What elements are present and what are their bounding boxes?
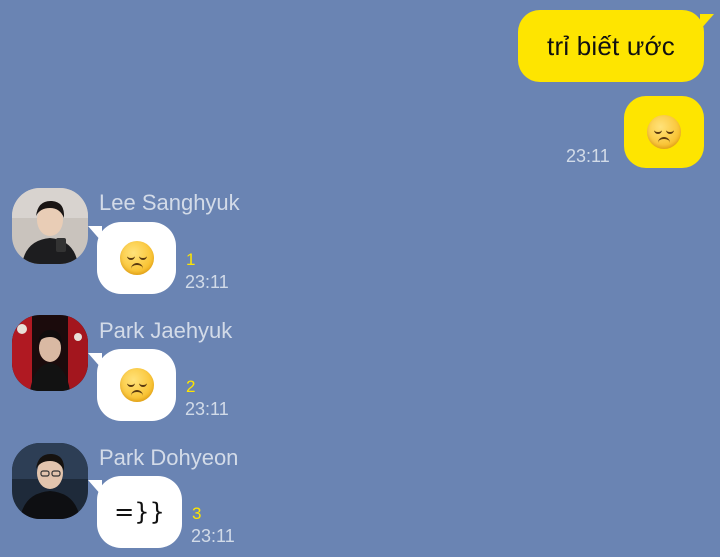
outgoing-emoji-bubble[interactable] (624, 96, 704, 168)
unread-count: 2 (186, 377, 196, 396)
sad-face-emoji-icon (119, 368, 154, 402)
unread-count: 1 (186, 250, 196, 269)
sender-name: Lee Sanghyuk (99, 190, 240, 215)
message-text: =}} (114, 498, 165, 526)
sad-face-emoji-icon (647, 115, 681, 149)
message-timestamp: 23:11 (185, 399, 229, 419)
message-timestamp: 23:11 (191, 526, 235, 546)
incoming-emoji-bubble[interactable] (88, 349, 176, 421)
unread-count: 3 (192, 504, 202, 523)
avatar[interactable] (12, 443, 88, 519)
outgoing-message-bubble[interactable]: trỉ biết ước (518, 10, 714, 82)
message-text: trỉ biết ước (547, 30, 675, 61)
message-timestamp: 23:11 (185, 272, 229, 292)
message-timestamp: 23:11 (566, 146, 610, 166)
avatar[interactable] (12, 315, 88, 391)
incoming-emoji-bubble[interactable] (88, 222, 176, 294)
avatar[interactable] (12, 188, 88, 264)
sender-name: Park Dohyeon (99, 445, 239, 470)
incoming-message-bubble[interactable]: =}} (88, 476, 182, 548)
sad-face-emoji-icon (119, 241, 154, 275)
sender-name: Park Jaehyuk (99, 318, 233, 343)
